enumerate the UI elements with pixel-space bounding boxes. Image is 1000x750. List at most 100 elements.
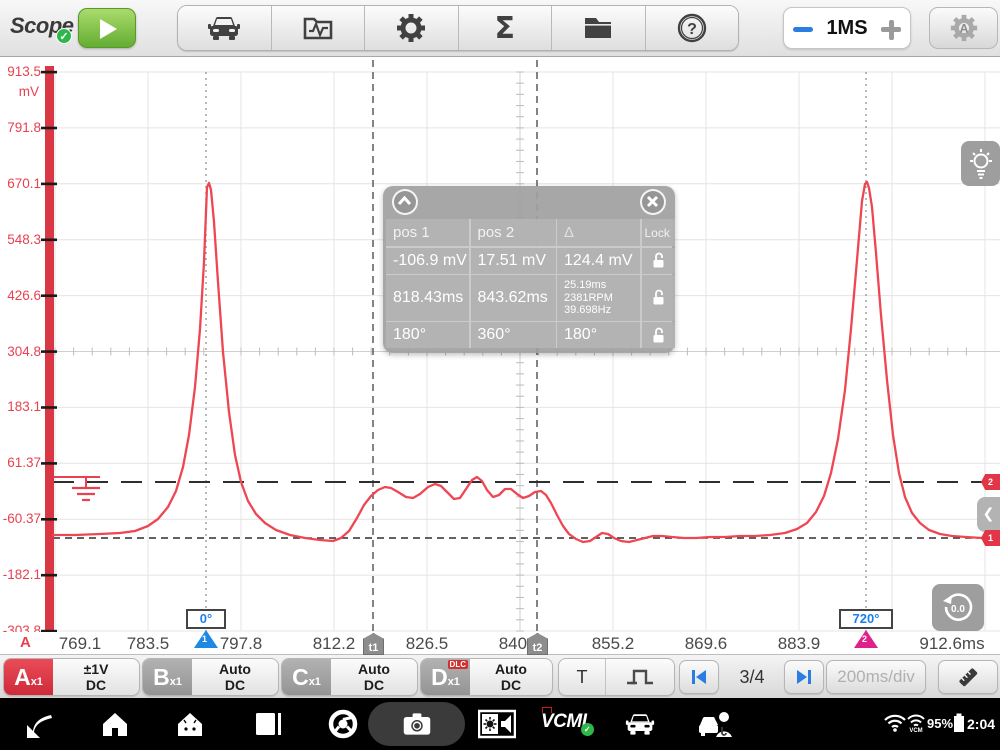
phase-marker-0-label[interactable]: 0° [186, 609, 226, 629]
panel-close-button[interactable] [640, 189, 666, 215]
vehicle-button[interactable] [178, 6, 272, 50]
recents-icon[interactable] [253, 709, 283, 739]
col-header-delta: Δ [557, 219, 640, 246]
svg-text:0.0: 0.0 [951, 604, 965, 615]
channel-b-coupling: DC [225, 677, 245, 693]
home-icon[interactable] [100, 709, 130, 739]
channel-a-badge: Ax1 [4, 659, 53, 695]
chevron-up-icon [394, 191, 415, 212]
phase-lock-button[interactable] [642, 322, 675, 348]
measure-ruler-button[interactable] [938, 660, 998, 694]
channel-d-coupling: DC [501, 677, 521, 693]
app-home-icon[interactable] [175, 709, 205, 739]
col-header-pos2: pos 2 [471, 219, 556, 246]
diag-service-icon[interactable] [698, 709, 734, 739]
timebase-minus-button[interactable] [784, 19, 822, 37]
channel-d-range: Auto [495, 661, 527, 677]
play-button[interactable] [78, 8, 136, 48]
measurement-table: pos 1 pos 2 Δ Lock -106.9 mV 17.51 mV 12… [386, 219, 672, 348]
x-axis-labels: 769.1783.5797.8812.2826.5840.9855.2869.6… [0, 632, 1000, 654]
x-axis-label: 783.5 [108, 634, 188, 654]
channel-d-badge: Dx1DLC [421, 659, 470, 695]
side-panel-collapse-handle[interactable]: ❮ [977, 497, 1000, 532]
back-icon[interactable] [24, 709, 54, 739]
lightbulb-icon [966, 147, 996, 181]
channel-c-range: Auto [358, 661, 390, 677]
page-last-button[interactable] [784, 660, 824, 694]
help-button[interactable]: ? [646, 6, 739, 50]
timebase-control: 1MS [783, 7, 911, 49]
time-delta-value: 25.19ms 2381RPM 39.698Hz [557, 275, 640, 321]
x-axis-label: 912.6ms [912, 634, 992, 654]
panel-collapse-button[interactable] [392, 189, 418, 215]
x-axis-label: 855.2 [573, 634, 653, 654]
channel-a-axis-letter: A [20, 634, 31, 651]
display-audio-icon[interactable] [478, 709, 516, 739]
measurement-panel: pos 1 pos 2 Δ Lock -106.9 mV 17.51 mV 12… [383, 186, 675, 353]
page-first-button[interactable] [679, 660, 719, 694]
channel-d-button[interactable]: Dx1DLC AutoDC [420, 658, 553, 696]
clock: 2:04 [967, 716, 995, 732]
reset-offset-button[interactable]: 0.0 [932, 584, 984, 631]
autoscale-button[interactable]: A [929, 7, 998, 49]
vcmi-connected-badge: ✓ [581, 723, 594, 736]
settings-gear-icon [395, 12, 427, 44]
sigma-measure-icon: Σ [495, 11, 516, 46]
phase-delta-value: 180° [557, 322, 640, 348]
phase-marker-1-handle[interactable]: 1 [194, 630, 218, 648]
channel-c-badge: Cx1 [282, 659, 331, 695]
trigger-edge-button[interactable] [606, 659, 674, 695]
x-axis-label: 840.9 [480, 634, 560, 654]
measure-button[interactable]: Σ [459, 6, 553, 50]
col-header-lock: Lock [642, 219, 675, 246]
channel-b-range: Auto [219, 661, 251, 677]
channel-c-coupling: DC [364, 677, 384, 693]
trigger-t-button[interactable]: T [559, 659, 606, 695]
voltage-delta-value: 124.4 mV [557, 248, 640, 274]
saved-data-button[interactable] [272, 6, 366, 50]
pulse-edge-icon [624, 665, 656, 689]
unlock-icon [651, 252, 666, 269]
timebase-value: 1MS [822, 17, 872, 40]
channel-a-range: ±1V [84, 661, 109, 677]
x-axis-label: 869.6 [666, 634, 746, 654]
channel-a-button[interactable]: Ax1 ±1VDC [3, 658, 140, 696]
unlock-icon [651, 289, 666, 306]
svg-text:?: ? [687, 21, 697, 38]
dlc-chip: DLC [448, 660, 468, 669]
camera-icon[interactable] [402, 709, 432, 739]
channel-c-button[interactable]: Cx1 AutoDC [281, 658, 418, 696]
vcm-wifi-icon: VCM [906, 713, 926, 733]
page-indicator: 3/4 [722, 667, 782, 688]
phase-marker-720-label[interactable]: 720° [839, 609, 893, 629]
reset-rotate-icon: 0.0 [939, 589, 977, 627]
time-lock-button[interactable] [642, 275, 675, 321]
channel-b-button[interactable]: Bx1 AutoDC [142, 658, 279, 696]
trigger-button-group: T [558, 658, 675, 696]
channel-a-coupling: DC [86, 677, 106, 693]
battery-percent: 95% [927, 716, 953, 731]
time-per-div-button[interactable]: 200ms/div [826, 660, 926, 694]
wifi-icon [884, 714, 906, 732]
voltage-lock-button[interactable] [642, 248, 675, 274]
phase-marker-2-handle[interactable]: 2 [854, 630, 878, 648]
vehicle-nav-icon[interactable] [625, 709, 655, 739]
timebase-plus-button[interactable] [872, 8, 910, 48]
logo-connected-badge: ✓ [56, 28, 72, 44]
settings-button[interactable] [365, 6, 459, 50]
svg-text:VCM: VCM [909, 728, 922, 733]
vcmi-logo[interactable]: VCMI ✓ [541, 711, 587, 733]
col-header-pos1: pos 1 [386, 219, 469, 246]
vcmi-bracket [542, 707, 552, 713]
chrome-icon[interactable] [328, 709, 358, 739]
minus-icon [793, 27, 813, 32]
skip-back-icon [689, 667, 709, 687]
top-toolbar: Scope ✓ [0, 0, 1000, 57]
measurement-panel-header [383, 186, 675, 219]
files-button[interactable] [552, 6, 646, 50]
brightness-bulb-button[interactable] [961, 141, 1000, 186]
channel-control-bar: Ax1 ±1VDC Bx1 AutoDC Cx1 AutoDC Dx1DLC A… [0, 654, 1000, 698]
help-icon: ? [676, 12, 708, 44]
skip-forward-icon [794, 667, 814, 687]
svg-text:A: A [959, 22, 968, 36]
